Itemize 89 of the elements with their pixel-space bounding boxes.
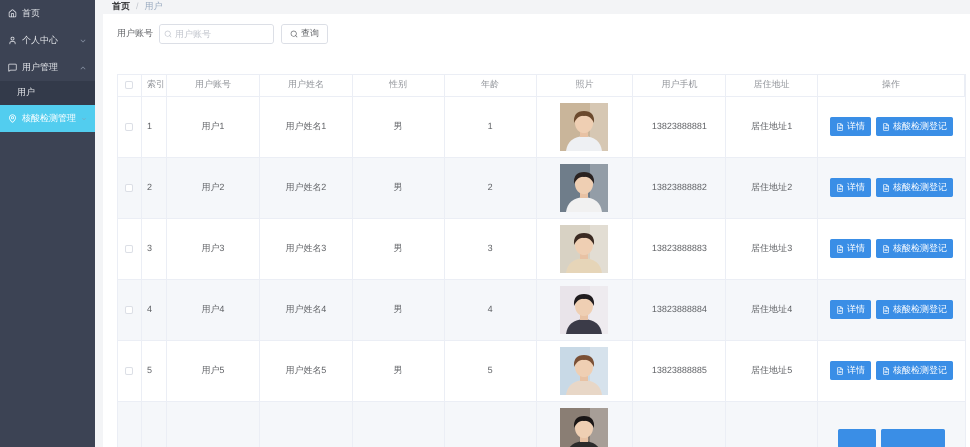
- search-icon: [164, 30, 172, 38]
- document-icon: [836, 122, 844, 130]
- table-cell-text: 居住地址5: [751, 364, 792, 377]
- document-icon: [882, 184, 890, 192]
- table-cell-text: 男: [394, 364, 403, 377]
- column-header: 操作: [882, 78, 900, 92]
- sidebar-subitem[interactable]: 用户: [0, 81, 95, 105]
- document-icon: [882, 122, 890, 130]
- table-cell-text: 用户5: [201, 364, 224, 377]
- table-cell-text: 男: [394, 180, 403, 194]
- search-field[interactable]: 用户账号: [159, 24, 274, 44]
- table-cell-text: 3: [146, 242, 152, 255]
- table-cell-text: 男: [394, 242, 403, 255]
- table-cell-text: 居住地址2: [751, 180, 792, 194]
- document-icon: [882, 306, 890, 314]
- search-label: 用户账号: [117, 26, 153, 40]
- sidebar-item[interactable]: 首页: [0, 0, 95, 27]
- document-icon: [836, 244, 844, 252]
- document-icon: [836, 366, 844, 374]
- row-checkbox[interactable]: [125, 366, 134, 374]
- column-header: 用户姓名: [288, 78, 324, 92]
- table-cell-text: 1: [488, 120, 493, 133]
- home-icon: [8, 9, 17, 18]
- header-checkbox[interactable]: [125, 81, 134, 89]
- sidebar-item[interactable]: 个人中心: [0, 27, 95, 54]
- register-button[interactable]: 核酸检测登记: [876, 117, 954, 136]
- row-checkbox[interactable]: [125, 306, 134, 314]
- table-cell-text: 居住地址3: [751, 242, 792, 255]
- table-cell-text: 用户2: [201, 180, 224, 194]
- table-cell-text: 用户姓名3: [285, 242, 326, 255]
- column-header: 照片: [575, 78, 594, 92]
- table-cell-text: 13823888881: [652, 120, 707, 133]
- table-cell-text: 3: [488, 242, 493, 255]
- table-cell-text: 4: [146, 302, 152, 316]
- sidebar-item[interactable]: 用户管理: [0, 54, 95, 81]
- register-button[interactable]: 核酸检测登记: [876, 239, 954, 258]
- document-icon: [836, 184, 844, 192]
- pin-icon: [8, 114, 17, 123]
- details-button[interactable]: 详情: [830, 178, 872, 197]
- details-button[interactable]: 详情: [830, 300, 872, 319]
- breadcrumb-separator: /: [136, 0, 139, 13]
- table-cell-text: 5: [488, 364, 493, 377]
- table-cell-text: 2: [488, 180, 493, 194]
- document-icon: [836, 306, 844, 314]
- register-button[interactable]: 核酸检测登记: [876, 361, 954, 380]
- table-cell-text: 男: [394, 302, 403, 316]
- document-icon: [882, 366, 890, 374]
- sidebar-item[interactable]: 核酸检测管理: [0, 105, 95, 132]
- table-cell-text: 用户姓名2: [285, 180, 326, 194]
- table-cell-text: 用户1: [201, 120, 224, 133]
- table-cell-text: 2: [146, 180, 152, 194]
- column-header: 用户账号: [194, 78, 231, 92]
- table-cell-text: 用户3: [201, 242, 224, 255]
- table-cell-text: 用户姓名1: [285, 120, 326, 133]
- action-button[interactable]: [838, 428, 876, 447]
- table-cell-text: 用户姓名4: [285, 302, 326, 316]
- details-button[interactable]: 详情: [830, 239, 872, 258]
- row-checkbox[interactable]: [125, 184, 134, 192]
- row-checkbox[interactable]: [125, 122, 134, 130]
- table-cell-text: 13823888883: [652, 242, 707, 255]
- column-header: 居住地址: [754, 78, 790, 92]
- table-cell-text: 13823888885: [652, 364, 707, 377]
- table-cell-text: 1: [146, 120, 152, 133]
- table-cell-text: 用户4: [201, 302, 224, 316]
- table-cell-text: 居住地址1: [751, 120, 792, 133]
- breadcrumb-item[interactable]: 首页: [112, 0, 130, 14]
- details-button[interactable]: 详情: [830, 361, 872, 380]
- column-header: 用户手机: [661, 78, 698, 92]
- row-checkbox[interactable]: [125, 244, 134, 252]
- action-button[interactable]: [881, 428, 946, 447]
- search-button[interactable]: 查询: [281, 24, 328, 44]
- search-icon: [290, 30, 298, 38]
- table-cell-text: 13823888882: [652, 180, 707, 194]
- table-cell-text: 用户姓名5: [285, 364, 326, 377]
- table-cell-text: 居住地址4: [751, 302, 792, 316]
- chat-icon: [8, 63, 17, 72]
- register-button[interactable]: 核酸检测登记: [876, 178, 954, 197]
- column-header: 索引: [146, 78, 165, 92]
- table-cell-text: 男: [394, 120, 403, 133]
- column-header: 性别: [389, 78, 408, 92]
- column-header: 年龄: [481, 78, 500, 92]
- table-cell-text: 4: [488, 302, 493, 316]
- document-icon: [882, 244, 890, 252]
- register-button[interactable]: 核酸检测登记: [876, 300, 954, 319]
- user-icon: [8, 36, 17, 45]
- details-button[interactable]: 详情: [830, 117, 872, 136]
- table-cell-text: 5: [146, 364, 152, 377]
- table-cell-text: 13823888884: [652, 302, 707, 316]
- breadcrumb-item: 用户: [144, 0, 163, 13]
